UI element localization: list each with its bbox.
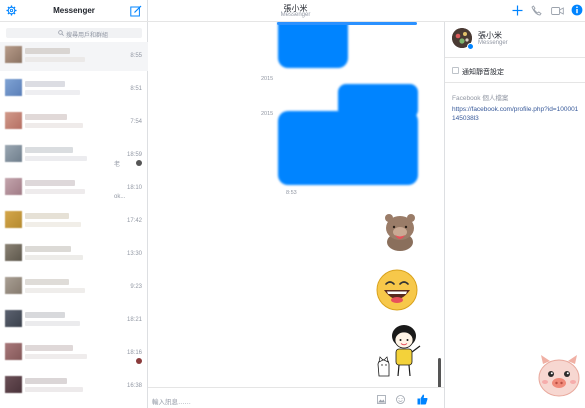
blurred-name <box>25 147 73 153</box>
blurred-snippet <box>25 354 87 359</box>
thread-item[interactable]: 16:38 <box>0 372 148 401</box>
avatar <box>5 112 22 129</box>
thread-item[interactable]: 18:10 ok... <box>0 174 148 203</box>
info-icon[interactable] <box>571 4 583 16</box>
message-bubble <box>277 22 417 25</box>
blurred-snippet <box>25 123 83 128</box>
section-title: Facebook 個人檔案 <box>452 95 509 102</box>
blurred-name <box>25 81 65 87</box>
blurred-snippet <box>25 255 83 260</box>
thread-snippet-fragment: ok... <box>114 194 126 200</box>
details-contact-sub: Messenger <box>478 40 508 46</box>
message-input[interactable]: 輸入訊息…… <box>152 396 191 406</box>
avatar <box>5 343 22 360</box>
phone-icon[interactable] <box>531 5 542 16</box>
sidebar-header: Messenger <box>0 0 148 22</box>
sidebar-title: Messenger <box>53 6 95 15</box>
avatar <box>5 46 22 63</box>
blurred-snippet <box>25 288 85 293</box>
blurred-name <box>25 246 71 252</box>
thread-item[interactable]: 17:42 <box>0 207 148 236</box>
message-composer: 輸入訊息…… <box>148 387 444 408</box>
blurred-snippet <box>25 57 85 62</box>
avatar <box>5 145 22 162</box>
blurred-name <box>25 279 69 285</box>
avatar <box>5 310 22 327</box>
thread-time: 9:23 <box>130 284 142 290</box>
message-time: 8:53 <box>286 190 297 196</box>
avatar <box>5 79 22 96</box>
laughing-face-sticker <box>376 269 418 311</box>
search-placeholder: 搜尋用戶和群組 <box>66 33 109 39</box>
thread-time: 18:59 <box>126 152 142 158</box>
read-avatar <box>136 358 142 364</box>
search-icon <box>58 30 64 36</box>
thread-item[interactable]: 9:23 <box>0 273 148 302</box>
video-call-icon[interactable] <box>551 6 564 16</box>
avatar <box>5 376 22 393</box>
add-people-icon[interactable] <box>512 5 523 16</box>
thread-time: 8:51 <box>130 86 142 92</box>
thread-time: 16:38 <box>126 383 142 389</box>
watermark-pig-logo <box>538 355 580 397</box>
girl-with-cat-sticker <box>377 325 421 377</box>
search-input[interactable]: 搜尋用戶和群組 <box>6 28 142 39</box>
contact-status: Messenger <box>280 12 311 18</box>
blurred-name <box>25 213 69 219</box>
thread-item[interactable]: 18:21 <box>0 306 148 335</box>
thread-item[interactable]: 13:30 <box>0 240 148 269</box>
conversation-details-panel: 張小米 Messenger 通知靜音設定 Facebook 個人檔案 https… <box>444 22 585 408</box>
thread-time: 7:54 <box>130 119 142 125</box>
compose-icon[interactable] <box>130 5 142 17</box>
message-bubble <box>278 111 418 185</box>
thread-sidebar: Messenger 搜尋用戶和群組 8:55 8:51 7:54 18:59 老… <box>0 0 148 408</box>
thread-item[interactable]: 18:59 老 <box>0 141 148 170</box>
divider <box>445 82 585 83</box>
read-avatar <box>136 160 142 166</box>
avatar <box>5 244 22 261</box>
thread-item[interactable]: 18:16 <box>0 339 148 368</box>
blurred-snippet <box>25 387 83 392</box>
blurred-snippet <box>25 222 81 227</box>
avatar <box>5 211 22 228</box>
thread-time: 18:21 <box>126 317 142 323</box>
avatar <box>5 178 22 195</box>
thread-time: 8:55 <box>130 53 142 59</box>
chat-header: 張小米 Messenger <box>148 0 585 22</box>
thread-time: 17:42 <box>126 218 142 224</box>
blurred-name <box>25 180 75 186</box>
blurred-name <box>25 378 67 384</box>
notifications-label: 通知靜音設定 <box>462 69 504 76</box>
thread-item[interactable]: 8:55 <box>0 42 148 71</box>
thread-item[interactable]: 8:51 <box>0 75 148 104</box>
message-bubble <box>278 22 348 68</box>
blurred-name <box>25 114 67 120</box>
date-separator: 2015 <box>261 76 274 82</box>
thread-item[interactable]: 7:54 <box>0 108 148 137</box>
avatar <box>5 277 22 294</box>
divider <box>445 57 585 58</box>
profile-link[interactable]: https://facebook.com/profile.php?id=1000… <box>452 105 580 123</box>
thread-time: 18:16 <box>126 350 142 356</box>
blurred-name <box>25 48 70 54</box>
date-separator: 2015 <box>261 111 274 117</box>
thread-time: 13:30 <box>126 251 142 257</box>
blurred-snippet <box>25 189 85 194</box>
blurred-snippet <box>25 90 80 95</box>
thumbs-up-icon[interactable] <box>417 394 428 405</box>
thread-time: 18:10 <box>126 185 142 191</box>
image-icon[interactable] <box>377 395 386 404</box>
blurred-name <box>25 312 65 318</box>
thread-snippet-fragment: 老 <box>114 162 121 168</box>
blurred-name <box>25 345 73 351</box>
emoji-icon[interactable] <box>396 395 405 404</box>
chat-scrollbar[interactable] <box>438 358 441 387</box>
message-thread[interactable]: 2015 2015 8:53 <box>148 22 444 387</box>
notifications-checkbox[interactable] <box>452 67 459 74</box>
blurred-snippet <box>25 156 87 161</box>
messenger-badge-icon <box>467 43 474 50</box>
blurred-snippet <box>25 321 80 326</box>
bear-sticker <box>385 214 415 251</box>
